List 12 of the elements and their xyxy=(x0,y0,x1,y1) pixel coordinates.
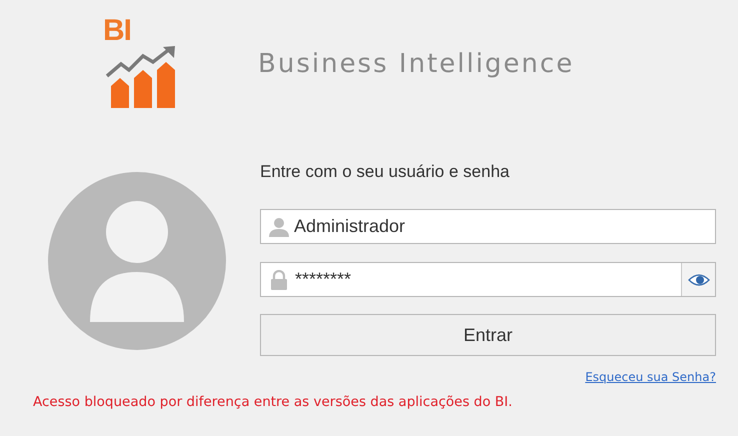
user-icon xyxy=(268,216,290,236)
bi-logo: BI xyxy=(103,16,185,108)
login-button[interactable]: Entrar xyxy=(260,314,716,356)
password-input[interactable]: ******** xyxy=(291,263,681,296)
eye-icon xyxy=(688,272,710,286)
forgot-password-link[interactable]: Esqueceu sua Senha? xyxy=(585,370,716,384)
show-password-button[interactable] xyxy=(681,263,715,296)
error-message: Acesso bloqueado por diferença entre as versões das aplicações do BI. xyxy=(33,394,512,410)
login-prompt: Entre com o seu usuário e senha xyxy=(260,162,510,182)
lock-icon xyxy=(270,270,288,290)
password-field[interactable]: ******** xyxy=(260,262,716,297)
app-title: Business Intelligence xyxy=(258,49,574,79)
